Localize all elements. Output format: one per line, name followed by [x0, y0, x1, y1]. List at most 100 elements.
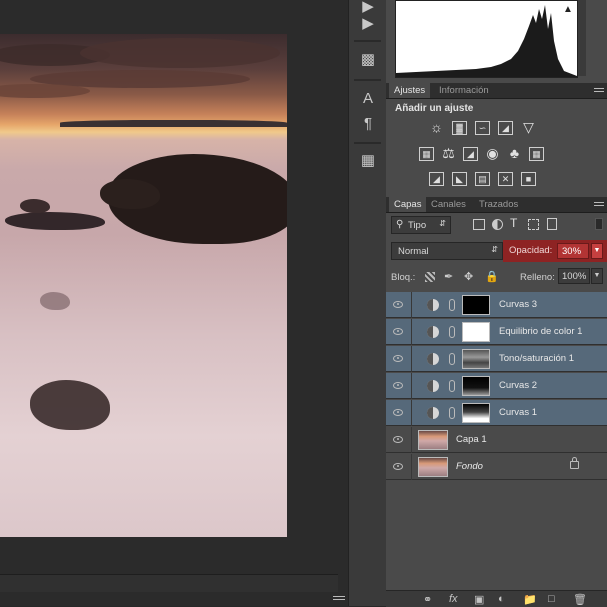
visibility-eye-icon[interactable] [393, 301, 403, 308]
opacity-input[interactable]: 30% [557, 243, 589, 259]
play-icon[interactable]: ▶ [358, 13, 378, 33]
layer-row-curvas-2[interactable]: Curvas 2 [386, 373, 607, 399]
tab-canales[interactable]: Canales [426, 197, 471, 212]
threshold-icon[interactable]: ▤ [475, 172, 490, 186]
layer-mask-thumbnail[interactable] [462, 376, 490, 396]
posterize-icon[interactable]: ◣ [452, 172, 467, 186]
character-icon[interactable]: A [358, 88, 378, 108]
visibility-eye-icon[interactable] [393, 355, 403, 362]
layer-mask-thumbnail[interactable] [462, 403, 490, 423]
document-canvas-area[interactable] [0, 0, 348, 606]
filter-adjustment-icon[interactable] [492, 219, 503, 230]
selective-color-icon[interactable]: ✕ [498, 172, 513, 186]
filter-shape-icon[interactable] [528, 219, 539, 230]
layer-name: Curvas 3 [499, 299, 538, 310]
layer-name: Tono/saturación 1 [499, 353, 574, 364]
visibility-eye-icon[interactable] [393, 382, 403, 389]
layer-thumbnail[interactable] [418, 430, 448, 450]
invert-icon[interactable]: ◢ [429, 172, 444, 186]
blend-mode-select[interactable]: Normal ⇵ [391, 242, 503, 260]
adjustment-layer-icon [427, 299, 439, 311]
warning-icon[interactable]: ▲ [563, 4, 574, 15]
channel-mixer-icon[interactable]: ♣ [507, 146, 522, 160]
chevron-updown-icon: ⇵ [491, 245, 498, 254]
visibility-eye-icon[interactable] [393, 463, 403, 470]
vibrance-icon[interactable]: ▽ [521, 120, 536, 134]
curves-icon[interactable]: ∽ [475, 121, 490, 135]
clone-source-icon[interactable]: ▩ [358, 49, 378, 69]
hue-saturation-icon[interactable]: ▦ [419, 147, 434, 161]
layers-list: Curvas 3 Equilibrio de color 1 Tono/satu… [386, 292, 607, 482]
black-white-icon[interactable]: ◢ [463, 147, 478, 161]
link-chain-icon [449, 407, 455, 419]
brightness-icon[interactable]: ☼ [429, 120, 444, 134]
blend-mode-value: Normal [398, 246, 429, 257]
visibility-eye-icon[interactable] [393, 409, 403, 416]
new-layer-icon[interactable]: □ [548, 593, 555, 605]
canvas-menu-icon[interactable] [333, 594, 345, 602]
layer-mask-thumbnail[interactable] [462, 322, 490, 342]
fill-dropdown-button[interactable]: ▼ [591, 268, 603, 284]
tab-ajustes[interactable]: Ajustes [389, 83, 431, 98]
document-photo[interactable] [0, 34, 287, 537]
visibility-eye-icon[interactable] [393, 436, 403, 443]
photo-filter-icon[interactable]: ◉ [485, 146, 500, 160]
layer-row-tono-saturacion-1[interactable]: Tono/saturación 1 [386, 346, 607, 372]
tab-trazados[interactable]: Trazados [474, 197, 523, 212]
layer-row-curvas-1[interactable]: Curvas 1 [386, 400, 607, 426]
filter-pixel-icon[interactable] [473, 219, 485, 230]
layer-comps-icon[interactable]: ▦ [358, 150, 378, 170]
color-balance-icon[interactable]: ⚖ [441, 146, 456, 160]
histogram-graph: ▲ [395, 0, 578, 78]
layer-row-capa-1[interactable]: Capa 1 [386, 427, 607, 453]
layer-row-curvas-3[interactable]: Curvas 3 [386, 292, 607, 318]
layer-mask-thumbnail[interactable] [462, 349, 490, 369]
layers-menu-icon[interactable] [594, 200, 604, 208]
layers-bottom-toolbar: ⚭ fx ▣ ◐ 📁 □ 🗑 [386, 590, 607, 607]
lock-all-icon[interactable]: 🔒 [485, 270, 499, 283]
lock-move-icon[interactable]: ✥ [464, 270, 473, 283]
chevron-updown-icon: ⇵ [439, 219, 446, 228]
lock-transparent-icon[interactable] [425, 272, 435, 282]
lock-brush-icon[interactable]: ✒ [444, 270, 453, 283]
levels-icon[interactable]: ▓ [452, 121, 467, 135]
opacity-value: 30% [562, 246, 582, 257]
adjustments-title: Añadir un ajuste [395, 103, 474, 114]
adjustment-layer-icon [427, 326, 439, 338]
fill-value: 100% [562, 271, 587, 282]
filter-kind-value: Tipo [408, 220, 427, 231]
link-chain-icon [449, 326, 455, 338]
histogram-scrollbar[interactable] [578, 0, 586, 76]
filter-smart-object-icon[interactable] [547, 218, 557, 230]
color-lookup-icon[interactable]: ▦ [529, 147, 544, 161]
histogram-panel: ▲ [390, 0, 588, 78]
layer-row-fondo[interactable]: Fondo [386, 454, 607, 480]
lock-icon [570, 457, 579, 469]
tab-informacion[interactable]: Información [434, 83, 494, 98]
new-adjustment-icon[interactable]: ◐ [498, 593, 505, 605]
gradient-map-icon[interactable]: ■ [521, 172, 536, 186]
layer-row-equilibrio-de-color-1[interactable]: Equilibrio de color 1 [386, 319, 607, 345]
link-chain-icon [449, 380, 455, 392]
new-group-icon[interactable]: 📁 [523, 593, 537, 606]
layer-thumbnail[interactable] [418, 457, 448, 477]
visibility-eye-icon[interactable] [393, 328, 403, 335]
fx-icon[interactable]: fx [449, 593, 458, 605]
exposure-icon[interactable]: ◢ [498, 121, 513, 135]
layer-name: Curvas 1 [499, 407, 538, 418]
opacity-label: Opacidad: [509, 245, 553, 256]
panel-dock-column: ▶ ▶ ▩ A ¶ ▦ [348, 0, 387, 606]
link-layers-icon[interactable]: ⚭ [423, 593, 432, 606]
trash-icon[interactable]: 🗑 [573, 593, 587, 606]
horizontal-scrollbar[interactable] [0, 574, 338, 592]
fill-input[interactable]: 100% [558, 268, 590, 284]
filter-type-icon[interactable]: T [510, 216, 517, 230]
add-mask-icon[interactable]: ▣ [474, 593, 484, 606]
layer-filter-select[interactable]: ⚲ Tipo ⇵ [391, 216, 451, 234]
adjustments-menu-icon[interactable] [594, 86, 604, 94]
paragraph-icon[interactable]: ¶ [358, 113, 378, 133]
filter-toggle[interactable] [595, 218, 603, 230]
tab-capas[interactable]: Capas [389, 197, 427, 212]
layer-mask-thumbnail[interactable] [462, 295, 490, 315]
opacity-dropdown-button[interactable]: ▼ [591, 243, 603, 259]
